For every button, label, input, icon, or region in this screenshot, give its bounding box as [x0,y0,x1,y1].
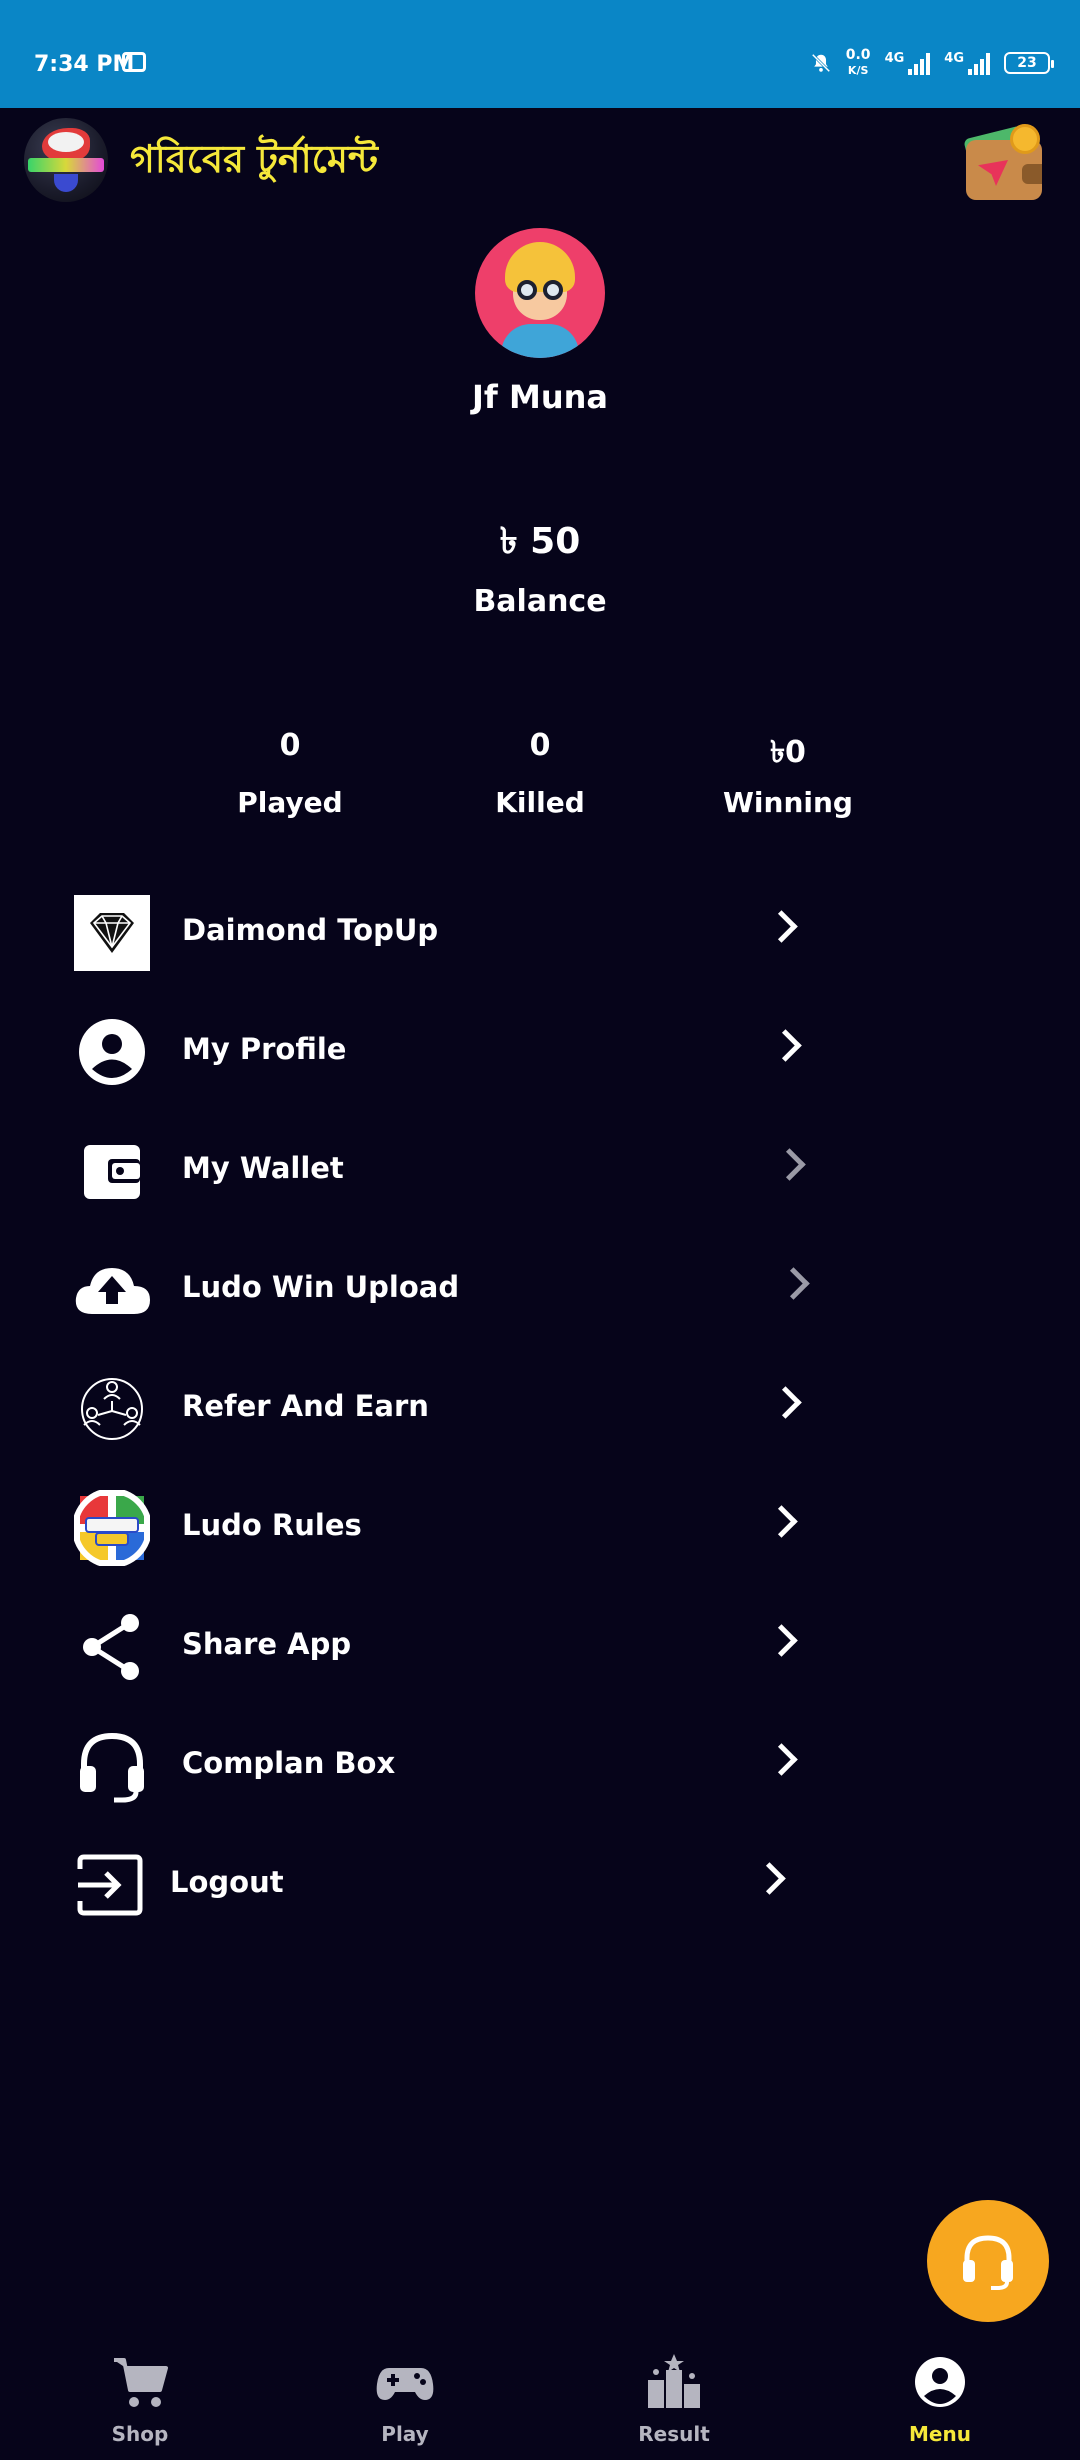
nav-label: Result [638,2422,710,2446]
headset-icon [963,2235,1013,2290]
menu-item-my-profile[interactable]: My Profile [74,1012,814,1092]
chevron-right-icon [773,1148,806,1181]
nav-menu[interactable]: Menu [850,2354,1030,2454]
wallet-button[interactable] [963,124,1042,200]
stat-value: ৳0 [770,735,806,770]
support-fab-button[interactable] [927,2200,1049,2322]
stat-label: Killed [495,786,585,819]
battery-level: 23 [1017,55,1037,71]
menu-label: Refer And Earn [182,1389,429,1423]
nav-label: Shop [111,2422,169,2446]
bell-muted-icon [811,53,830,73]
menu-label: Share App [182,1627,352,1661]
wallet-icon [84,1145,140,1199]
network-type-2: 4G [944,51,964,66]
balance-label: Balance [473,584,607,619]
stat-value: 0 [279,728,301,763]
nav-label: Menu [909,2422,971,2446]
avatar-icon [475,228,605,358]
share-icon [83,1614,139,1680]
headset-icon [80,1732,144,1803]
menu-item-ludo-win-upload[interactable]: Ludo Win Upload [74,1250,814,1330]
menu-label: Ludo Rules [182,1508,362,1542]
menu-item-diamond-topup[interactable]: Daimond TopUp [74,893,814,973]
app-title: গরিবের টুর্নামেন্ট [130,137,378,181]
chevron-right-icon [777,1267,810,1300]
stat-winning: ৳0 Winning [678,728,898,819]
status-icons: 0.0 K/S 4G 4G 23 [810,48,1054,78]
cart-icon [114,2358,168,2407]
bottom-nav: Shop Play Result Menu [0,2340,1080,2460]
nav-play[interactable]: Play [315,2354,495,2454]
stat-label: Winning [723,786,853,819]
account-circle-icon [915,2357,965,2407]
podium-icon [648,2354,700,2408]
chevron-right-icon [769,1029,802,1062]
status-bar: 7:34 PM 0.0 K/S 4G 4G 23 [0,0,1080,108]
balance-amount: ৳ 50 [499,521,581,562]
chevron-right-icon [765,1505,798,1538]
battery-icon: 23 [1004,52,1054,74]
diamond-icon [74,895,150,971]
gamepad-icon [376,2368,434,2400]
user-circle-icon [79,1019,145,1085]
chevron-right-icon [765,1743,798,1776]
menu-label: My Profile [182,1032,347,1066]
signal-2-icon: 4G [944,51,990,75]
chevron-right-icon [769,1386,802,1419]
stat-label: Played [237,786,343,819]
stat-killed: 0 Killed [430,728,650,819]
menu-item-complan-box[interactable]: Complan Box [74,1726,814,1806]
user-name: Jf Muna [472,378,608,416]
menu-label: My Wallet [182,1151,344,1185]
nav-result[interactable]: Result [584,2354,764,2454]
menu-item-ludo-rules[interactable]: Ludo Rules [74,1488,814,1568]
menu-label: Complan Box [182,1746,396,1780]
tv-notification-icon [122,52,146,72]
ludo-king-icon [74,1490,150,1566]
net-speed-unit: K/S [847,64,869,77]
chevron-right-icon [765,910,798,943]
stat-played: 0 Played [180,728,400,819]
logout-icon [77,1854,143,1916]
referral-network-icon [81,1378,143,1440]
menu-label: Logout [170,1865,284,1899]
net-speed: 0.0 K/S [846,48,871,78]
net-speed-value: 0.0 [845,47,871,63]
nav-shop[interactable]: Shop [50,2354,230,2454]
chevron-right-icon [765,1624,798,1657]
menu-label: Daimond TopUp [182,913,439,947]
menu-item-my-wallet[interactable]: My Wallet [74,1131,814,1211]
cloud-upload-icon [75,1268,150,1314]
menu-item-logout[interactable]: Logout [74,1845,814,1925]
chevron-right-icon [753,1862,786,1895]
menu-item-share-app[interactable]: Share App [74,1607,814,1687]
stat-value: 0 [529,728,551,763]
menu-label: Ludo Win Upload [182,1270,460,1304]
nav-label: Play [381,2422,429,2446]
signal-1-icon: 4G [885,51,931,75]
tournament-logo-icon [24,118,108,202]
network-type-1: 4G [884,51,905,66]
status-time: 7:34 PM [34,52,135,77]
menu-item-refer-and-earn[interactable]: Refer And Earn [74,1369,814,1449]
